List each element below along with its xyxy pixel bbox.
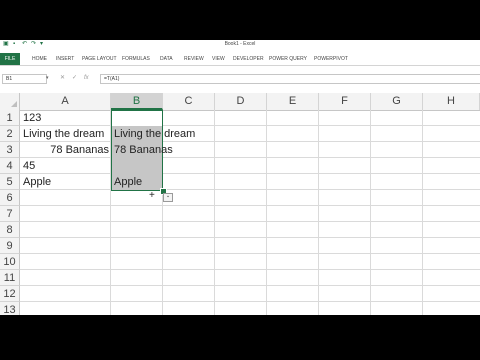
tab-formulas[interactable]: FORMULAS bbox=[122, 56, 150, 62]
select-all-triangle-icon bbox=[11, 101, 17, 107]
cell-a2[interactable]: Living the dream bbox=[23, 126, 110, 142]
column-header-d[interactable]: D bbox=[215, 93, 267, 110]
row-header-9[interactable]: 9 bbox=[0, 238, 20, 254]
row-header-3[interactable]: 3 bbox=[0, 142, 20, 158]
cell-a3[interactable]: 78 Bananas bbox=[20, 142, 109, 158]
tab-home[interactable]: HOME bbox=[32, 56, 47, 62]
tab-file[interactable]: FILE bbox=[0, 53, 20, 65]
row-header-7[interactable]: 7 bbox=[0, 206, 20, 222]
column-header-e[interactable]: E bbox=[267, 93, 319, 110]
plus-cursor-icon: + bbox=[149, 190, 155, 201]
tab-powerpivot[interactable]: POWERPIVOT bbox=[314, 56, 348, 62]
quick-analysis-icon[interactable]: ▪ bbox=[163, 193, 173, 202]
cell-a5[interactable]: Apple bbox=[23, 174, 51, 190]
row-header-10[interactable]: 10 bbox=[0, 254, 20, 270]
formula-bar: B1 ▾ ✕ ✓ fx =T(A1) bbox=[0, 74, 480, 84]
title-bar: ▣ ▪ ↶ ↷ ▾ Book1 - Excel bbox=[0, 40, 480, 49]
row-header-11[interactable]: 11 bbox=[0, 270, 20, 286]
row-header-1[interactable]: 1 bbox=[0, 110, 20, 126]
ribbon-divider bbox=[0, 65, 480, 66]
select-all-button[interactable] bbox=[0, 93, 20, 110]
insert-function-icon[interactable]: fx bbox=[84, 74, 89, 83]
column-header-row: A B C D E F G H bbox=[0, 93, 480, 111]
cell-a4[interactable]: 45 bbox=[23, 158, 35, 174]
column-header-b[interactable]: B bbox=[111, 93, 163, 110]
column-header-h[interactable]: H bbox=[423, 93, 480, 110]
video-frame: ▣ ▪ ↶ ↷ ▾ Book1 - Excel FILE HOME INSERT… bbox=[0, 0, 480, 360]
window-title: Book1 - Excel bbox=[224, 41, 256, 47]
formula-input[interactable]: =T(A1) bbox=[100, 74, 480, 84]
row-header-4[interactable]: 4 bbox=[0, 158, 20, 174]
row-header-6[interactable]: 6 bbox=[0, 190, 20, 206]
name-box[interactable]: B1 bbox=[2, 74, 47, 84]
tab-view[interactable]: VIEW bbox=[212, 56, 225, 62]
cell-b2[interactable]: Living the dream bbox=[114, 126, 195, 142]
row-header-8[interactable]: 8 bbox=[0, 222, 20, 238]
enter-icon[interactable]: ✓ bbox=[72, 74, 77, 83]
row-header-12[interactable]: 12 bbox=[0, 286, 20, 302]
column-header-g[interactable]: G bbox=[371, 93, 423, 110]
row-header-5[interactable]: 5 bbox=[0, 174, 20, 190]
column-header-c[interactable]: C bbox=[163, 93, 215, 110]
column-header-f[interactable]: F bbox=[319, 93, 371, 110]
tab-insert[interactable]: INSERT bbox=[56, 56, 74, 62]
cell-a1[interactable]: 123 bbox=[23, 110, 41, 126]
worksheet-grid[interactable]: A B C D E F G H 1 2 3 4 5 6 7 8 9 10 11 … bbox=[0, 93, 480, 315]
tab-developer[interactable]: DEVELOPER bbox=[233, 56, 264, 62]
cell-b3[interactable]: 78 Bananas bbox=[114, 142, 173, 158]
letterbox-top bbox=[0, 0, 480, 40]
row-header-2[interactable]: 2 bbox=[0, 126, 20, 142]
tab-review[interactable]: REVIEW bbox=[184, 56, 204, 62]
cell-b5[interactable]: Apple bbox=[114, 174, 142, 190]
active-cell-b1[interactable] bbox=[112, 111, 162, 126]
row-header-13[interactable]: 13 bbox=[0, 302, 20, 315]
chevron-down-icon[interactable]: ▾ bbox=[46, 75, 49, 81]
letterbox-bottom bbox=[0, 315, 480, 360]
tab-page-layout[interactable]: PAGE LAYOUT bbox=[82, 56, 117, 62]
column-header-a[interactable]: A bbox=[20, 93, 111, 110]
tab-data[interactable]: DATA bbox=[160, 56, 173, 62]
ribbon-tabs: FILE HOME INSERT PAGE LAYOUT FORMULAS DA… bbox=[0, 53, 480, 65]
cancel-icon[interactable]: ✕ bbox=[60, 74, 65, 83]
tab-power-query[interactable]: POWER QUERY bbox=[269, 56, 307, 62]
excel-window: ▣ ▪ ↶ ↷ ▾ Book1 - Excel FILE HOME INSERT… bbox=[0, 40, 480, 315]
